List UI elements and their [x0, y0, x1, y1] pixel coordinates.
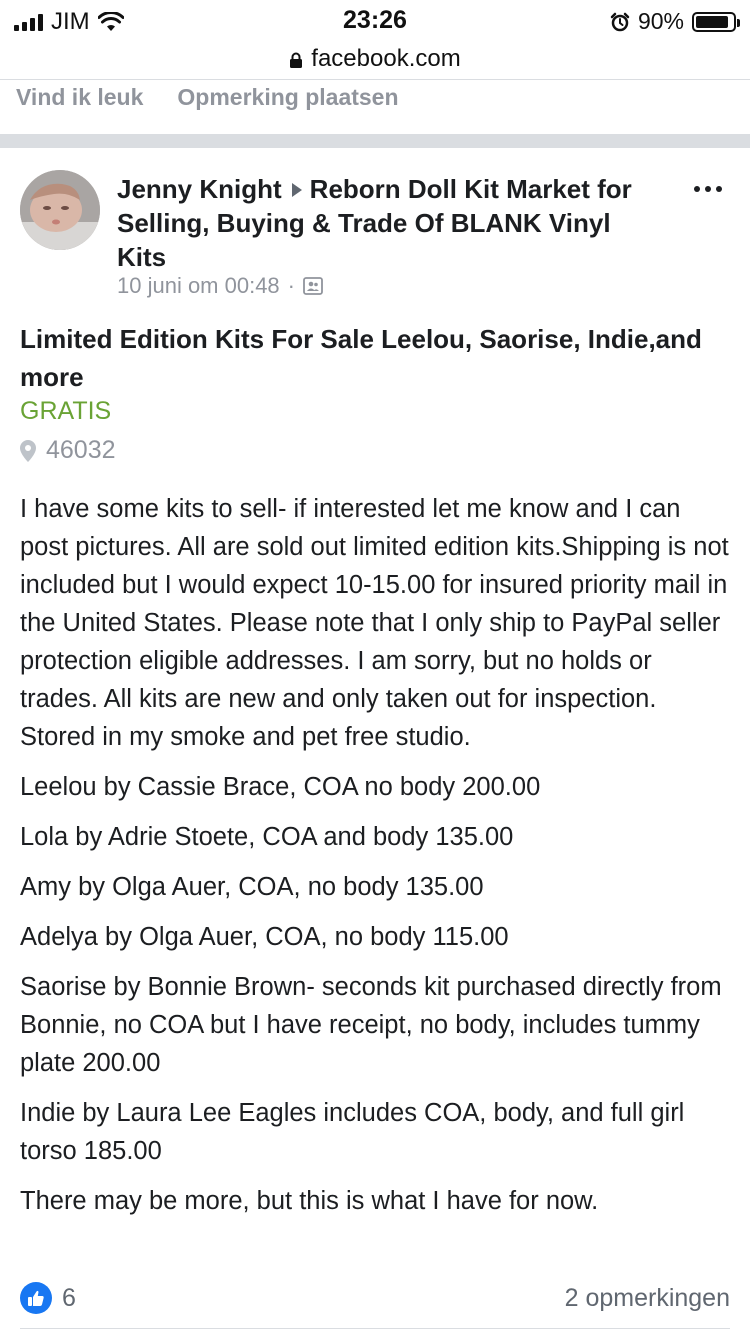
battery-icon	[692, 11, 740, 32]
post-timestamp[interactable]: 10 juni om 00:48	[117, 273, 280, 299]
listing-location: 46032	[20, 436, 116, 465]
comment-button[interactable]: Opmerking plaatsen	[177, 84, 398, 111]
post-meta: 10 juni om 00:48 ·	[117, 273, 323, 299]
location-text: 46032	[46, 436, 116, 464]
post-paragraph: Lola by Adrie Stoete, COA and body 135.0…	[20, 823, 514, 851]
author-name[interactable]: Jenny Knight	[117, 174, 282, 204]
comment-count-link[interactable]: 2 opmerkingen	[565, 1284, 730, 1313]
lock-icon	[290, 52, 303, 68]
like-button[interactable]: Vind ik leuk	[16, 84, 143, 111]
location-pin-icon	[20, 439, 36, 462]
feed-separator	[0, 134, 750, 148]
reactions-summary[interactable]: 6	[20, 1282, 76, 1314]
group-audience-icon	[303, 277, 323, 295]
divider	[20, 1328, 730, 1329]
post-body: I have some kits to sell- if interested …	[20, 490, 735, 1232]
alarm-icon	[610, 12, 630, 31]
post-author-line: Jenny Knight Reborn Doll Kit Market for S…	[117, 172, 657, 274]
post-paragraph: Saorise by Bonnie Brown- seconds kit pur…	[20, 973, 722, 1077]
listing-price: GRATIS	[20, 397, 112, 425]
status-right: 90%	[610, 8, 740, 35]
post-paragraph: Adelya by Olga Auer, COA, no body 115.00	[20, 923, 509, 951]
thumbs-up-icon	[20, 1282, 52, 1314]
post-paragraph: Indie by Laura Lee Eagles includes COA, …	[20, 1099, 685, 1165]
status-bar: JIM 23:26 90%	[0, 0, 750, 42]
post-paragraph: Leelou by Cassie Brace, COA no body 200.…	[20, 773, 541, 801]
address-bar[interactable]: facebook.com	[0, 40, 750, 78]
arrow-right-icon	[291, 183, 302, 198]
like-count: 6	[62, 1283, 76, 1312]
battery-percent: 90%	[637, 8, 684, 34]
post-paragraph: I have some kits to sell- if interested …	[20, 495, 729, 751]
post-paragraph: Amy by Olga Auer, COA, no body 135.00	[20, 873, 484, 901]
post-footer: 6 2 opmerkingen	[20, 1278, 730, 1318]
url-text: facebook.com	[311, 45, 461, 72]
previous-post-actions: Vind ik leuk Opmerking plaatsen	[16, 84, 399, 111]
divider	[0, 79, 750, 80]
listing-title: Limited Edition Kits For Sale Leelou, Sa…	[20, 324, 702, 392]
more-options-icon[interactable]	[694, 186, 722, 192]
post-paragraph: There may be more, but this is what I ha…	[20, 1187, 599, 1215]
avatar-image	[20, 170, 100, 250]
avatar[interactable]	[20, 170, 100, 250]
meta-separator: ·	[287, 273, 295, 298]
